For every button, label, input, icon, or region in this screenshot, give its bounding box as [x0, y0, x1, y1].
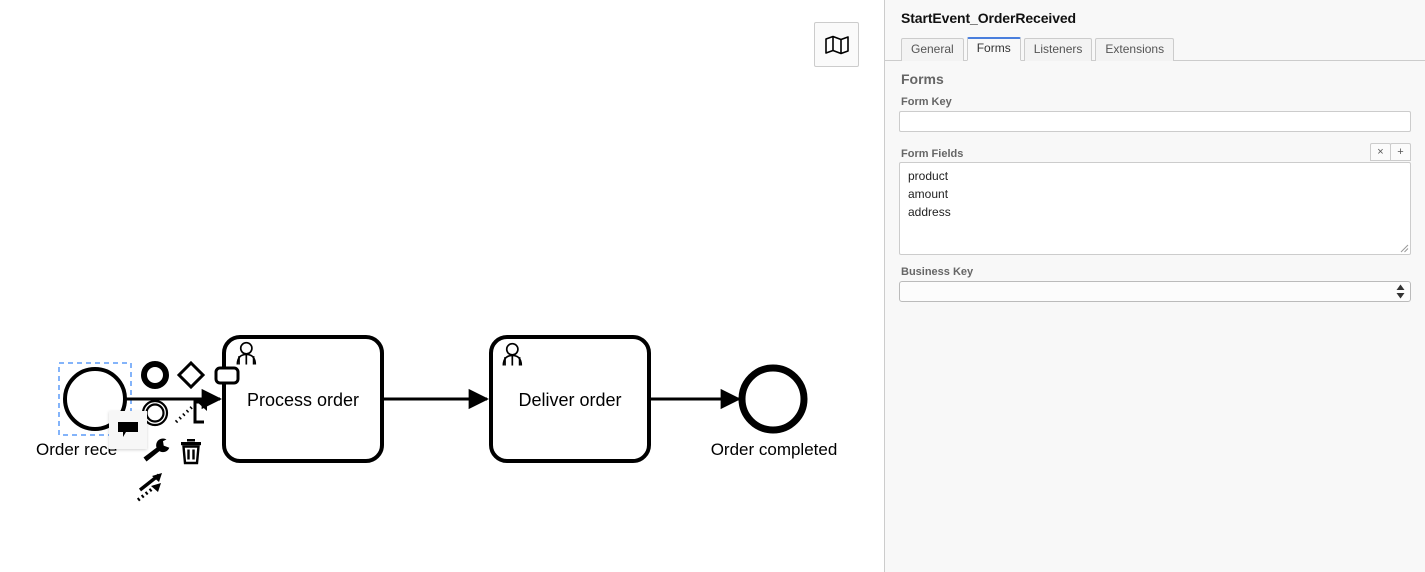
properties-panel-header: StartEvent_OrderReceived — [885, 0, 1425, 26]
business-key-select[interactable] — [899, 281, 1411, 302]
form-fields-buttons: × + — [1370, 143, 1411, 161]
form-key-input[interactable] — [899, 111, 1411, 132]
context-pad-annotation-popup[interactable] — [109, 411, 147, 449]
tab-extensions[interactable]: Extensions — [1095, 38, 1175, 61]
form-fields-list[interactable]: product amount address — [899, 162, 1411, 255]
start-event-label: Order rece — [36, 440, 117, 459]
form-key-label: Form Key — [901, 96, 952, 108]
business-key-select-wrap — [899, 281, 1411, 302]
business-key-label: Business Key — [901, 266, 974, 278]
bpmn-modeler-app: Process order Deliver order Order comple… — [0, 0, 1425, 572]
form-fields-label-row: Form Fields × + — [899, 143, 1411, 161]
context-pad-connect[interactable] — [137, 469, 173, 505]
text-annotation-icon — [174, 400, 207, 424]
task-deliver-order-label: Deliver order — [518, 390, 621, 410]
remove-form-field-button[interactable]: × — [1370, 143, 1391, 161]
tab-listeners[interactable]: Listeners — [1023, 38, 1093, 61]
page-title: StartEvent_OrderReceived — [901, 10, 1077, 26]
form-fields-label: Form Fields — [901, 148, 964, 160]
properties-tab-bar[interactable]: General Forms Listeners Extensions — [885, 36, 1425, 61]
end-event-icon — [141, 361, 169, 389]
gateway-icon — [176, 360, 206, 390]
add-form-field-button[interactable]: + — [1390, 143, 1411, 161]
tab-forms[interactable]: Forms — [966, 37, 1021, 61]
bpmn-diagram: Process order Deliver order Order comple… — [36, 335, 838, 463]
context-pad-append-end-event[interactable] — [137, 357, 173, 393]
bubble-icon — [118, 422, 138, 437]
business-key-field: Business Key — [899, 266, 1411, 302]
context-pad-append-task[interactable] — [209, 357, 245, 393]
task-process-order-label: Process order — [247, 390, 359, 410]
form-key-field: Form Key — [899, 96, 1411, 132]
group-title: Forms — [901, 71, 944, 87]
list-item[interactable]: address — [900, 203, 1410, 221]
context-pad-append-gateway[interactable] — [173, 357, 209, 393]
properties-panel: StartEvent_OrderReceived General Forms L… — [884, 0, 1425, 572]
map-icon — [824, 35, 849, 54]
list-item[interactable]: product — [900, 167, 1410, 185]
list-item[interactable]: amount — [900, 185, 1410, 203]
bpmn-canvas[interactable]: Process order Deliver order Order comple… — [0, 0, 884, 572]
minimap-toggle-button[interactable] — [814, 22, 859, 67]
trash-icon — [181, 439, 201, 465]
task-icon — [214, 366, 240, 385]
form-fields-field: Form Fields × + product amount address — [899, 143, 1411, 255]
end-event-label: Order completed — [711, 440, 838, 459]
forms-group: Forms Form Key Form Fields × + product a… — [885, 61, 1425, 302]
context-pad-append-text-annotation[interactable] — [173, 395, 209, 431]
context-pad-delete[interactable] — [173, 433, 209, 469]
end-event-shape — [738, 364, 808, 434]
tab-general[interactable]: General — [901, 38, 964, 61]
list-resize-grip[interactable] — [1399, 243, 1409, 253]
connect-arrows-icon — [137, 473, 162, 502]
context-pad[interactable] — [137, 357, 245, 504]
